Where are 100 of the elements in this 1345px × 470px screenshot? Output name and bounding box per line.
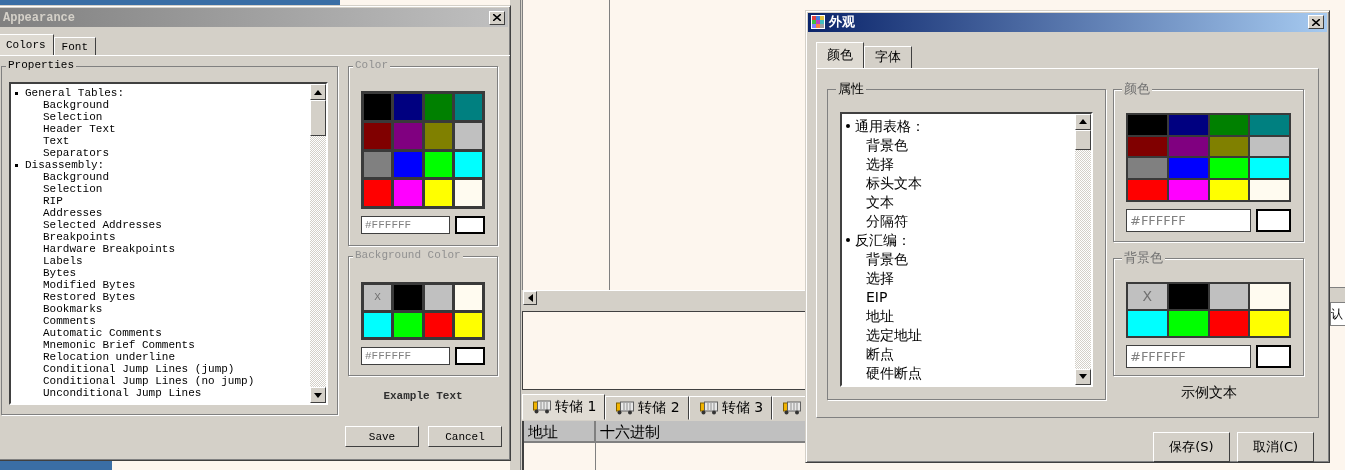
close-button[interactable] <box>1308 15 1324 30</box>
tab[interactable]: 转储 2 <box>605 396 689 420</box>
color-swatch[interactable] <box>1250 114 1289 135</box>
color-swatch[interactable] <box>1250 158 1289 179</box>
list-item[interactable]: Bookmarks <box>11 303 310 315</box>
color-swatch[interactable] <box>364 94 392 120</box>
list-item[interactable]: Disassembly: <box>11 159 310 171</box>
list-item[interactable]: EIP <box>842 287 1075 307</box>
color-swatch[interactable] <box>1250 283 1289 309</box>
list-item[interactable]: 选择 <box>842 268 1075 288</box>
color-swatch[interactable] <box>394 312 422 337</box>
list-item[interactable]: Addresses <box>11 207 310 219</box>
hex-input-field[interactable]: #FFFFFF <box>361 216 450 234</box>
color-swatch[interactable] <box>454 312 482 337</box>
color-swatch[interactable] <box>1168 158 1208 179</box>
list-item[interactable]: Mnemonic Brief Comments <box>11 339 310 351</box>
side-button[interactable]: 认 <box>1330 302 1345 326</box>
color-swatch[interactable] <box>1168 180 1208 200</box>
color-swatch[interactable] <box>424 285 452 310</box>
list-item[interactable]: Selected Addresses <box>11 219 310 231</box>
list-item[interactable]: 文本 <box>842 192 1075 212</box>
color-swatch[interactable] <box>1168 283 1208 309</box>
list-item[interactable]: Bytes <box>11 267 310 279</box>
color-swatch[interactable] <box>1128 180 1167 200</box>
color-swatch[interactable] <box>394 285 422 310</box>
list-item[interactable]: Separators <box>11 147 310 159</box>
color-swatch[interactable] <box>394 180 422 206</box>
list-item[interactable]: Selection <box>11 111 310 123</box>
dialog-button[interactable]: Save <box>345 426 419 447</box>
color-swatch[interactable] <box>1128 136 1167 157</box>
list-item[interactable]: Background <box>11 99 310 111</box>
dialog-button[interactable]: 保存(S) <box>1153 432 1230 462</box>
color-swatch[interactable] <box>1168 310 1208 336</box>
color-swatch[interactable] <box>454 151 482 178</box>
list-item[interactable]: Background <box>11 171 310 183</box>
color-swatch[interactable] <box>1209 283 1249 309</box>
list-item[interactable]: 硬件断点 <box>842 363 1075 383</box>
list-item[interactable]: Text <box>11 135 310 147</box>
list-item[interactable]: 通用表格： <box>842 116 1075 136</box>
list-item[interactable]: 选定地址 <box>842 325 1075 345</box>
color-swatch[interactable] <box>424 312 452 337</box>
color-swatch[interactable] <box>394 122 422 149</box>
color-swatch[interactable] <box>1209 114 1249 135</box>
list-item[interactable]: Breakpoints <box>11 231 310 243</box>
tab[interactable]: 颜色 <box>816 41 864 68</box>
color-swatch[interactable] <box>364 151 392 178</box>
color-swatch[interactable] <box>394 94 422 120</box>
scrollbar[interactable] <box>1075 113 1091 385</box>
list-item[interactable]: Relocation underline <box>11 351 310 363</box>
tab[interactable]: Colors <box>0 34 54 55</box>
color-swatch[interactable] <box>364 122 392 149</box>
list-item[interactable]: 断点 <box>842 344 1075 364</box>
list-item[interactable]: Hardware Breakpoints <box>11 243 310 255</box>
color-swatch[interactable] <box>424 122 452 149</box>
dialog-button[interactable]: Cancel <box>428 426 502 447</box>
tab[interactable]: 转储 3 <box>688 396 773 420</box>
list-item[interactable]: RIP <box>11 195 310 207</box>
close-button[interactable] <box>489 10 505 25</box>
list-item[interactable]: Selection <box>11 183 310 195</box>
hex-input-field[interactable]: #FFFFFF <box>1126 344 1251 368</box>
list-item[interactable]: Automatic Comments <box>11 327 310 339</box>
color-swatch[interactable] <box>1128 310 1167 336</box>
list-item[interactable]: Conditional Jump Lines (no jump) <box>11 375 310 387</box>
color-swatch[interactable] <box>1128 158 1167 179</box>
color-swatch[interactable] <box>1209 136 1249 157</box>
scrollbar[interactable] <box>310 84 326 403</box>
scroll-thumb[interactable] <box>1075 129 1091 150</box>
dialog-button[interactable]: 取消(C) <box>1237 432 1314 462</box>
color-swatch[interactable] <box>424 94 452 120</box>
list-item[interactable]: 反汇编： <box>842 230 1075 250</box>
tab[interactable]: 转储 1 <box>522 394 606 420</box>
color-swatch[interactable] <box>454 94 482 120</box>
list-item[interactable]: Conditional Jump Lines (jump) <box>11 363 310 375</box>
color-swatch[interactable] <box>454 285 482 310</box>
color-swatch[interactable] <box>1250 136 1289 157</box>
color-swatch[interactable] <box>1209 158 1249 179</box>
color-swatch[interactable] <box>364 312 392 337</box>
list-item[interactable]: 分隔符 <box>842 211 1075 231</box>
list-item[interactable]: Modified Bytes <box>11 279 310 291</box>
hex-input-field[interactable]: #FFFFFF <box>361 347 450 365</box>
list-item[interactable]: General Tables: <box>11 87 310 99</box>
color-swatch[interactable] <box>394 151 422 178</box>
color-swatch[interactable] <box>454 122 482 149</box>
color-swatch[interactable] <box>1168 136 1208 157</box>
color-swatch[interactable] <box>424 151 452 178</box>
color-swatch[interactable] <box>1128 114 1167 135</box>
hex-input-field[interactable]: #FFFFFF <box>1126 208 1251 232</box>
color-swatch[interactable] <box>424 180 452 206</box>
list-item[interactable]: Restored Bytes <box>11 291 310 303</box>
list-item[interactable]: Comments <box>11 315 310 327</box>
color-swatch[interactable] <box>1209 310 1249 336</box>
tab[interactable]: 字体 <box>864 45 912 68</box>
list-item[interactable]: 背景色 <box>842 249 1075 269</box>
list-item[interactable]: 选择 <box>842 154 1075 174</box>
color-swatch[interactable] <box>1209 180 1249 200</box>
color-swatch[interactable] <box>1250 180 1289 200</box>
color-swatch[interactable] <box>1250 310 1289 336</box>
list-item[interactable]: Header Text <box>11 123 310 135</box>
list-item[interactable]: 地址 <box>842 306 1075 326</box>
list-item[interactable]: 标头文本 <box>842 173 1075 193</box>
